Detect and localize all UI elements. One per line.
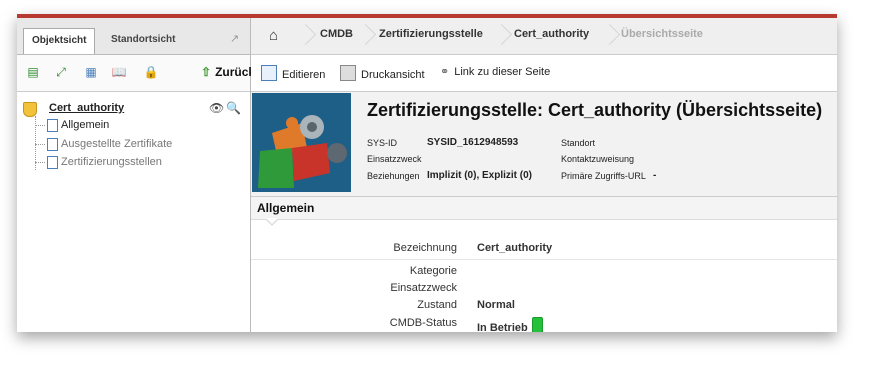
- sysid-value: SYSID_1612948593: [427, 137, 519, 148]
- search-icon[interactable]: 🔍: [226, 101, 241, 115]
- field-value: Normal: [477, 299, 515, 311]
- tree-item-label: Zertifizierungsstellen: [61, 156, 162, 168]
- document-icon: [47, 156, 58, 169]
- app-window: Objektsicht Standortsicht ↗ ▤ ⤢ ▦ 📖 🔒 ⇧ Z…: [17, 14, 837, 332]
- edit-icon: [261, 65, 277, 81]
- edit-button[interactable]: Editieren: [261, 65, 325, 81]
- breadcrumb-cert-authority[interactable]: Cert_authority: [514, 28, 589, 40]
- field-row-einsatzzweck: Einsatzzweck: [251, 280, 837, 297]
- tab-standortsicht[interactable]: Standortsicht: [103, 28, 183, 52]
- field-label: CMDB-Status: [389, 317, 457, 329]
- field-label: Einsatzzweck: [390, 282, 457, 294]
- beziehungen-value: Implizit (0), Explizit (0): [427, 170, 533, 181]
- eye-icon[interactable]: 👁: [209, 101, 224, 115]
- link-button[interactable]: ⚭ Link zu dieser Seite: [440, 65, 550, 78]
- section-caret: [265, 218, 279, 226]
- right-toolbar: Editieren Druckansicht ⚭ Link zu dieser S…: [251, 55, 837, 92]
- field-label: Kategorie: [409, 265, 457, 277]
- section-title: Allgemein: [257, 201, 315, 215]
- print-button[interactable]: Druckansicht: [340, 65, 425, 81]
- external-link-icon[interactable]: ↗: [230, 32, 239, 45]
- zugriff-label: Primäre Zugriffs-URL: [561, 171, 646, 181]
- link-icon: ⚭: [440, 66, 450, 78]
- section-header-allgemein: Allgemein: [251, 197, 837, 220]
- standort-label: Standort: [561, 138, 596, 148]
- shield-icon: [23, 102, 37, 117]
- breadcrumb: ⌂ CMDB Zertifizierungsstelle Cert_author…: [251, 18, 837, 55]
- printer-icon: [340, 65, 356, 81]
- left-toolbar: ▤ ⤢ ▦ 📖 🔒 ⇧ Zurück: [17, 55, 255, 92]
- field-label: Bezeichnung: [393, 242, 457, 254]
- breadcrumb-uebersichtsseite: Übersichtsseite: [621, 28, 703, 40]
- field-row-zustand: Zustand Normal: [251, 297, 837, 314]
- object-header: Zertifizierungsstelle: Cert_authority (Ü…: [251, 92, 837, 197]
- beziehungen-label: Beziehungen: [367, 171, 420, 181]
- back-button[interactable]: ⇧ Zurück: [201, 65, 255, 79]
- list-icon[interactable]: ▦: [83, 65, 99, 79]
- breadcrumb-zertifizierungsstelle[interactable]: Zertifizierungsstelle: [379, 28, 483, 40]
- field-row-cmdb-status: CMDB-Status In Betrieb: [251, 315, 837, 332]
- field-value: Cert_authority: [477, 242, 553, 254]
- tree-item-label: Ausgestellte Zertifikate: [61, 138, 173, 150]
- kontakt-label: Kontaktzuweisung: [561, 154, 635, 164]
- field-row-kategorie: Kategorie: [251, 263, 837, 280]
- field-row-bezeichnung: Bezeichnung Cert_authority: [251, 240, 837, 257]
- sysid-label: SYS-ID: [367, 138, 398, 148]
- breadcrumb-cmdb[interactable]: CMDB: [320, 28, 353, 40]
- puzzle-image: [252, 93, 351, 192]
- zugriff-value: -: [653, 170, 657, 181]
- expand-icon[interactable]: ⤢: [53, 65, 69, 79]
- tree-icon[interactable]: ▤: [25, 65, 41, 79]
- back-label: Zurück: [215, 65, 256, 79]
- document-icon: [47, 138, 58, 151]
- field-value: In Betrieb: [477, 317, 543, 332]
- arrow-up-icon: ⇧: [201, 65, 212, 79]
- lock-icon[interactable]: 🔒: [143, 65, 159, 79]
- page-title: Zertifizierungsstelle: Cert_authority (Ü…: [367, 100, 823, 120]
- status-color-indicator: [531, 317, 543, 332]
- field-label: Zustand: [417, 299, 457, 311]
- view-tabs: Objektsicht Standortsicht ↗: [17, 18, 250, 55]
- einsatzzweck-label: Einsatzzweck: [367, 154, 422, 164]
- tree-root-label[interactable]: Cert_authority: [49, 102, 124, 114]
- book-icon[interactable]: 📖: [111, 65, 127, 79]
- document-icon: [47, 119, 58, 132]
- tree-item-label: Allgemein: [61, 119, 110, 131]
- home-icon[interactable]: ⌂: [269, 27, 278, 44]
- tab-objektsicht[interactable]: Objektsicht: [23, 28, 96, 54]
- puzzle-icon: [252, 93, 351, 192]
- left-panel: Objektsicht Standortsicht ↗ ▤ ⤢ ▦ 📖 🔒 ⇧ Z…: [17, 18, 255, 332]
- main-panel: ⌂ CMDB Zertifizierungsstelle Cert_author…: [251, 18, 837, 332]
